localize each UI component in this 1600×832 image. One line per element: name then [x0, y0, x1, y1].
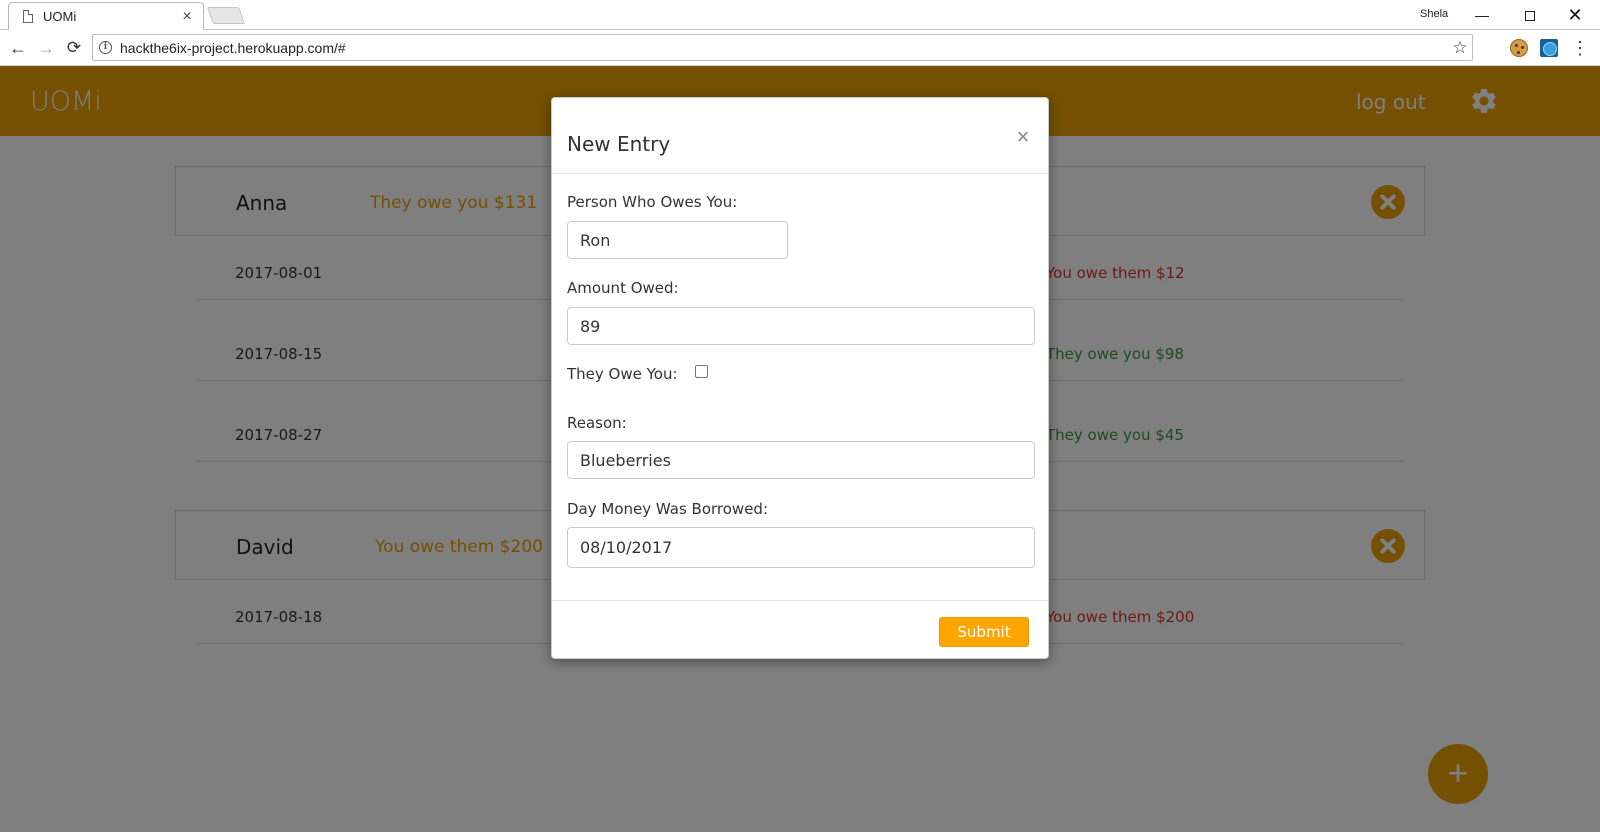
amount-input[interactable]	[567, 307, 1035, 345]
modal-footer: Submit	[552, 600, 1048, 660]
tab-close-icon[interactable]: ×	[179, 8, 195, 26]
browser-tab[interactable]: UOMi ×	[8, 2, 204, 30]
site-info-icon[interactable]: i	[99, 41, 112, 54]
browser-user-name[interactable]: Shela	[1420, 8, 1448, 20]
url-text[interactable]: hackthe6ix-project.herokuapp.com/#	[120, 40, 1448, 56]
document-icon	[23, 10, 33, 23]
window-minimize-button[interactable]: —	[1460, 2, 1504, 28]
bookmark-star-icon[interactable]: ☆	[1448, 38, 1472, 58]
close-icon[interactable]: ×	[1012, 126, 1034, 148]
date-label: Day Money Was Borrowed:	[567, 500, 768, 518]
window-restore-button[interactable]	[1508, 2, 1552, 28]
person-input[interactable]	[567, 221, 788, 259]
modal-title: New Entry	[567, 132, 671, 156]
modal-header: New Entry ×	[552, 98, 1048, 174]
date-input[interactable]	[567, 527, 1035, 568]
reason-label: Reason:	[567, 414, 627, 432]
submit-button[interactable]: Submit	[939, 617, 1029, 647]
new-entry-dialog: New Entry × Person Who Owes You: Amount …	[551, 97, 1049, 659]
amount-label: Amount Owed:	[567, 279, 679, 297]
browser-toolbar: ← → ⟳ i hackthe6ix-project.herokuapp.com…	[0, 30, 1600, 66]
they-owe-label: They Owe You:	[567, 365, 678, 383]
they-owe-checkbox[interactable]	[695, 365, 708, 378]
forward-arrow-icon[interactable]: →	[34, 36, 58, 60]
browser-menu-icon[interactable]: ⋮	[1570, 36, 1590, 60]
window-close-button[interactable]: ✕	[1553, 2, 1597, 28]
browser-tabstrip: UOMi × Shela — ✕	[0, 0, 1600, 30]
address-bar[interactable]: i hackthe6ix-project.herokuapp.com/# ☆	[92, 34, 1473, 61]
back-arrow-icon[interactable]: ←	[6, 36, 30, 60]
new-tab-button[interactable]	[206, 7, 246, 24]
reason-input[interactable]	[567, 441, 1035, 479]
globe-extension-icon[interactable]	[1540, 39, 1558, 57]
reload-icon[interactable]: ⟳	[62, 36, 86, 60]
restore-icon	[1525, 11, 1535, 22]
cookie-extension-icon[interactable]	[1510, 39, 1528, 57]
person-label: Person Who Owes You:	[567, 193, 738, 211]
tab-title: UOMi	[43, 9, 77, 24]
